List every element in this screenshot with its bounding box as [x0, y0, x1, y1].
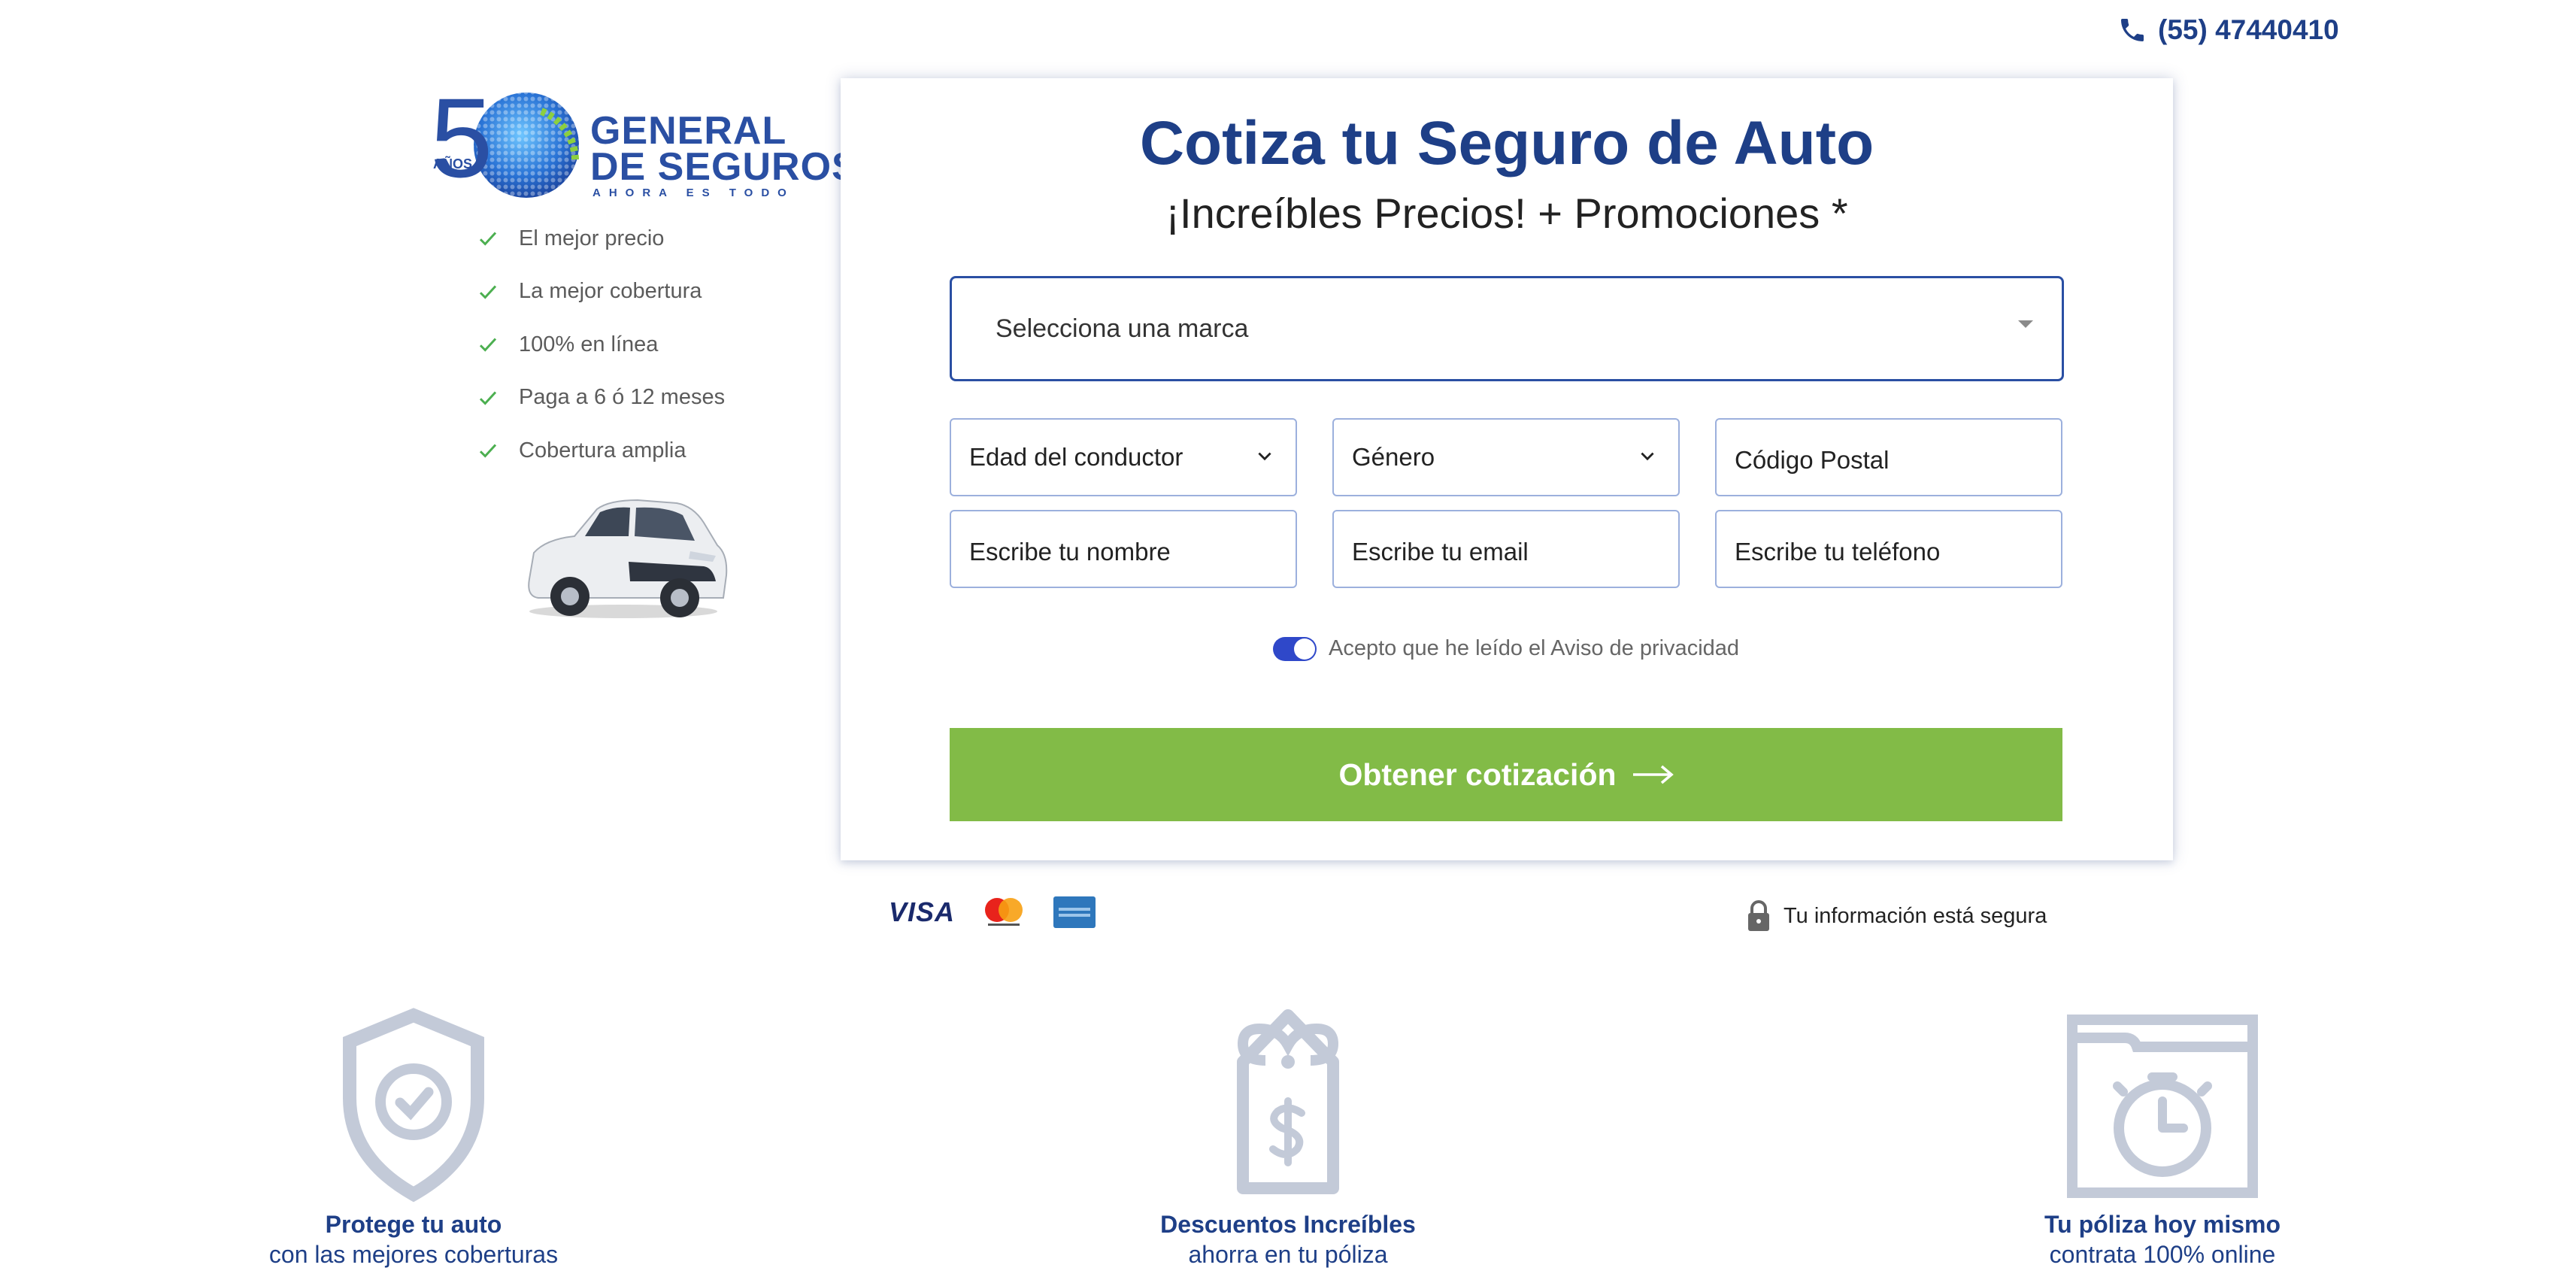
postal-code-input[interactable]: Código Postal: [1715, 418, 2062, 496]
privacy-consent: Acepto que he leído el Aviso de privacid…: [1273, 636, 1739, 661]
car-image: [528, 499, 728, 618]
phone-placeholder: Escribe tu teléfono: [1735, 538, 1941, 566]
benefit-title: Protege tu auto: [325, 1211, 502, 1238]
quote-form-card: Cotiza tu Seguro de Auto ¡Increíbles Pre…: [841, 78, 2173, 860]
arrow-right-icon: [1632, 765, 1674, 784]
feature-item: La mejor cobertura: [477, 265, 800, 319]
check-icon: [479, 391, 497, 405]
feature-item: Cobertura amplia: [477, 424, 800, 478]
privacy-label[interactable]: Acepto que he leído el Aviso de privacid…: [1329, 636, 1739, 661]
gender-select-value: Género: [1352, 443, 1435, 471]
postal-code-placeholder: Código Postal: [1735, 446, 1890, 474]
feature-label: La mejor cobertura: [519, 279, 702, 304]
check-icon: [479, 338, 497, 352]
logo-anniversary-word: AÑOS: [433, 156, 473, 171]
company-logo[interactable]: 5 AÑOS GENERAL DE SEGUROS AHORA ES TODO: [421, 81, 858, 202]
amex-logo: [1053, 896, 1096, 928]
brand-select[interactable]: Selecciona una marca: [950, 276, 2064, 381]
security-text: Tu información está segura: [1784, 903, 2047, 928]
feature-item: 100% en línea: [477, 318, 800, 372]
form-subtitle: ¡Increíbles Precios! + Promociones *: [1165, 190, 1848, 237]
shield-check-icon: [343, 1008, 484, 1203]
visa-logo: VISA: [889, 896, 956, 927]
driver-age-select[interactable]: Edad del conductor: [950, 418, 1297, 496]
feature-item: El mejor precio: [477, 212, 800, 265]
logo-anniversary-number: 5: [430, 74, 493, 201]
get-quote-button[interactable]: Obtener cotización: [950, 728, 2062, 821]
feature-label: El mejor precio: [519, 226, 665, 250]
feature-label: Cobertura amplia: [519, 438, 686, 463]
check-icon: [479, 232, 497, 246]
phone-icon: [2121, 19, 2144, 41]
check-icon: [479, 285, 497, 299]
privacy-toggle[interactable]: [1273, 636, 1317, 661]
phone-number: (55) 47440410: [2158, 14, 2339, 45]
features-list: El mejor precio La mejor cobertura 100% …: [477, 212, 800, 478]
driver-age-select-value: Edad del conductor: [969, 443, 1183, 471]
brand-select-value: Selecciona una marca: [996, 314, 1249, 343]
lock-icon: [1748, 900, 1769, 931]
header-phone[interactable]: (55) 47440410: [2117, 11, 2339, 50]
payment-methods: VISA: [889, 895, 1096, 930]
chevron-down-icon: [1258, 452, 1271, 461]
price-tag-icon: [1237, 1009, 1339, 1194]
check-icon: [479, 444, 497, 458]
stopwatch-folder-icon: [2067, 1015, 2258, 1198]
toggle-knob: [1294, 638, 1315, 660]
benefit-protect: Protege tu auto con las mejores cobertur…: [173, 1008, 654, 1269]
chevron-down-icon: [1641, 452, 1654, 461]
gender-select[interactable]: Género: [1332, 418, 1680, 496]
email-input[interactable]: Escribe tu email: [1332, 510, 1680, 588]
benefit-subtitle: ahorra en tu póliza: [1188, 1241, 1388, 1268]
benefit-title: Descuentos Increíbles: [1160, 1211, 1416, 1238]
feature-label: 100% en línea: [519, 332, 659, 356]
name-input[interactable]: Escribe tu nombre: [950, 510, 1297, 588]
logo-tagline: AHORA ES TODO: [592, 187, 795, 199]
security-note: Tu información está segura: [1746, 899, 2047, 933]
feature-label: Paga a 6 ó 12 meses: [519, 385, 726, 410]
name-placeholder: Escribe tu nombre: [969, 538, 1171, 566]
benefit-subtitle: con las mejores coberturas: [268, 1241, 559, 1268]
form-title: Cotiza tu Seguro de Auto: [1139, 109, 1874, 177]
feature-item: Paga a 6 ó 12 meses: [477, 372, 800, 425]
caret-down-icon: [2018, 320, 2033, 328]
logo-line2: DE SEGUROS: [590, 145, 859, 189]
benefit-policy-today: Tu póliza hoy mismo contrata 100% online: [1922, 1008, 2403, 1269]
benefit-discounts: Descuentos Increíbles ahorra en tu póliz…: [1047, 1008, 1529, 1269]
benefit-title: Tu póliza hoy mismo: [2044, 1211, 2281, 1238]
email-placeholder: Escribe tu email: [1352, 538, 1529, 566]
mastercard-logo: [985, 898, 1023, 926]
phone-input[interactable]: Escribe tu teléfono: [1715, 510, 2062, 588]
get-quote-label: Obtener cotización: [1338, 757, 1617, 792]
benefit-subtitle: contrata 100% online: [2049, 1241, 2276, 1268]
